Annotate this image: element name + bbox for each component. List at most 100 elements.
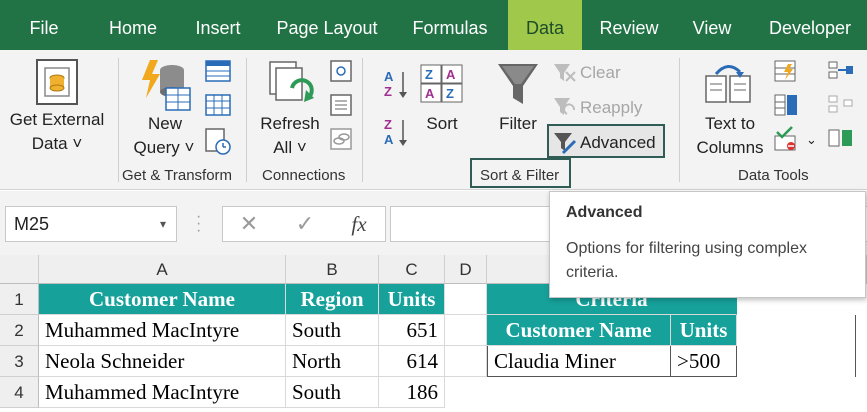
criteria-header-cell[interactable]: Customer Name (487, 315, 671, 346)
relationships-icon[interactable] (828, 94, 854, 116)
tab-file[interactable]: File (18, 0, 70, 50)
table-cell[interactable]: North (286, 346, 379, 377)
group-connections: Connections (262, 167, 346, 184)
tooltip-title: Advanced (566, 204, 643, 221)
tooltip-body: Options for filtering using complex crit… (566, 240, 807, 281)
table-header-cell[interactable]: Units (379, 284, 445, 315)
svg-text:A: A (384, 69, 394, 84)
edit-links-icon[interactable] (330, 128, 352, 150)
ribbon-tab-bar: File Home Insert Page Layout Formulas Da… (0, 0, 867, 50)
filter-button[interactable]: Filter (490, 112, 546, 136)
remove-duplicates-icon[interactable] (774, 94, 798, 118)
group-sort-filter: Sort & Filter (480, 167, 560, 184)
name-box-dropdown-icon[interactable]: ▾ (160, 207, 166, 241)
clear-button[interactable]: Clear (580, 61, 621, 85)
criteria-cell[interactable]: Claudia Miner (487, 346, 671, 377)
svg-text:Z: Z (384, 84, 392, 99)
svg-text:Z: Z (425, 67, 433, 82)
properties-icon[interactable] (330, 94, 352, 116)
row-header-4[interactable]: 4 (0, 377, 39, 408)
table-cell[interactable]: South (286, 377, 379, 408)
new-query-label-2[interactable]: Query ˅ (124, 136, 204, 160)
criteria-header-cell[interactable]: Units (671, 315, 737, 346)
new-query-icon[interactable] (140, 58, 192, 114)
text-to-columns-icon[interactable] (704, 60, 754, 106)
insert-function-icon[interactable]: fx (339, 207, 379, 241)
sort-button[interactable]: Sort (414, 112, 470, 136)
row-header-3[interactable]: 3 (0, 346, 39, 377)
svg-text:A: A (384, 132, 394, 147)
column-header-a[interactable]: A (39, 255, 286, 284)
flash-fill-icon[interactable] (774, 60, 798, 84)
table-cell[interactable]: Neola Schneider (39, 346, 286, 377)
name-box[interactable]: M25 ▾ (5, 206, 177, 242)
sort-dialog-icon[interactable]: Z A A Z (420, 64, 464, 104)
tab-formulas[interactable]: Formulas (404, 0, 496, 50)
column-header-b[interactable]: B (286, 255, 379, 284)
text-to-columns-label-1[interactable]: Text to (690, 112, 770, 136)
svg-text:Z: Z (446, 86, 454, 101)
recent-sources-icon[interactable] (205, 128, 231, 156)
clear-filter-icon[interactable] (553, 62, 577, 84)
tab-home[interactable]: Home (98, 0, 168, 50)
table-cell[interactable]: 651 (379, 315, 445, 346)
tab-developer[interactable]: Developer (758, 0, 862, 50)
refresh-all-label-2[interactable]: All ˅ (254, 136, 326, 160)
ribbon: Get External Data ˅ New Query ˅ Get & Tr… (0, 50, 867, 190)
sort-descending-icon[interactable]: Z A (384, 116, 410, 150)
data-validation-icon[interactable] (774, 126, 798, 152)
sort-ascending-icon[interactable]: A Z (384, 68, 410, 102)
refresh-all-icon[interactable] (266, 60, 316, 110)
tab-view[interactable]: View (684, 0, 740, 50)
table-cell[interactable]: Muhammed MacIntyre (39, 315, 286, 346)
row-header-1[interactable]: 1 (0, 284, 39, 315)
tab-review[interactable]: Review (592, 0, 666, 50)
row-header-2[interactable]: 2 (0, 315, 39, 346)
new-query-label-1[interactable]: New (130, 112, 200, 136)
empty-cell[interactable] (445, 315, 487, 346)
advanced-filter-icon[interactable] (553, 131, 577, 155)
cancel-icon[interactable]: ✕ (229, 207, 269, 241)
separator (362, 58, 363, 182)
table-header-cell[interactable]: Customer Name (39, 284, 286, 315)
consolidate-icon[interactable] (828, 60, 854, 82)
show-queries-icon[interactable] (205, 60, 231, 84)
formula-buttons: ✕ ✓ fx (222, 206, 386, 242)
name-box-value: M25 (14, 214, 50, 234)
reapply-button[interactable]: Reapply (580, 96, 642, 120)
get-external-data-label-2[interactable]: Data ˅ (4, 132, 110, 156)
connections-icon[interactable] (330, 60, 352, 82)
drag-handle-icon[interactable]: · · · (196, 209, 201, 239)
table-cell[interactable]: 186 (379, 377, 445, 408)
group-get-transform: Get & Transform (122, 167, 233, 184)
reapply-icon[interactable] (553, 96, 577, 118)
column-header-c[interactable]: C (379, 255, 445, 284)
empty-cell[interactable] (445, 284, 487, 315)
filter-icon[interactable] (496, 62, 540, 108)
svg-text:A: A (446, 67, 456, 82)
text-to-columns-label-2[interactable]: Columns (690, 136, 770, 160)
separator (679, 58, 680, 182)
empty-cell[interactable] (445, 346, 487, 377)
manage-data-model-icon[interactable] (828, 128, 854, 150)
tab-page-layout[interactable]: Page Layout (268, 0, 386, 50)
table-cell[interactable]: 614 (379, 346, 445, 377)
from-table-icon[interactable] (205, 94, 231, 118)
table-cell[interactable]: South (286, 315, 379, 346)
table-header-cell[interactable]: Region (286, 284, 379, 315)
group-data-tools: Data Tools (738, 167, 809, 184)
tab-insert[interactable]: Insert (186, 0, 250, 50)
tab-data[interactable]: Data (508, 0, 582, 50)
svg-text:A: A (425, 86, 435, 101)
enter-icon[interactable]: ✓ (285, 207, 325, 241)
refresh-all-label-1[interactable]: Refresh (254, 112, 326, 136)
table-cell[interactable]: Muhammed MacIntyre (39, 377, 286, 408)
column-header-d[interactable]: D (445, 255, 487, 284)
offscreen-border (855, 315, 856, 377)
get-external-data-label-1[interactable]: Get External (4, 108, 110, 132)
criteria-cell[interactable]: >500 (671, 346, 737, 377)
data-validation-dropdown-icon[interactable]: ⌄ (806, 128, 817, 152)
select-all-corner[interactable] (0, 255, 39, 284)
advanced-button[interactable]: Advanced (580, 131, 656, 155)
get-external-data-icon[interactable] (35, 58, 81, 108)
